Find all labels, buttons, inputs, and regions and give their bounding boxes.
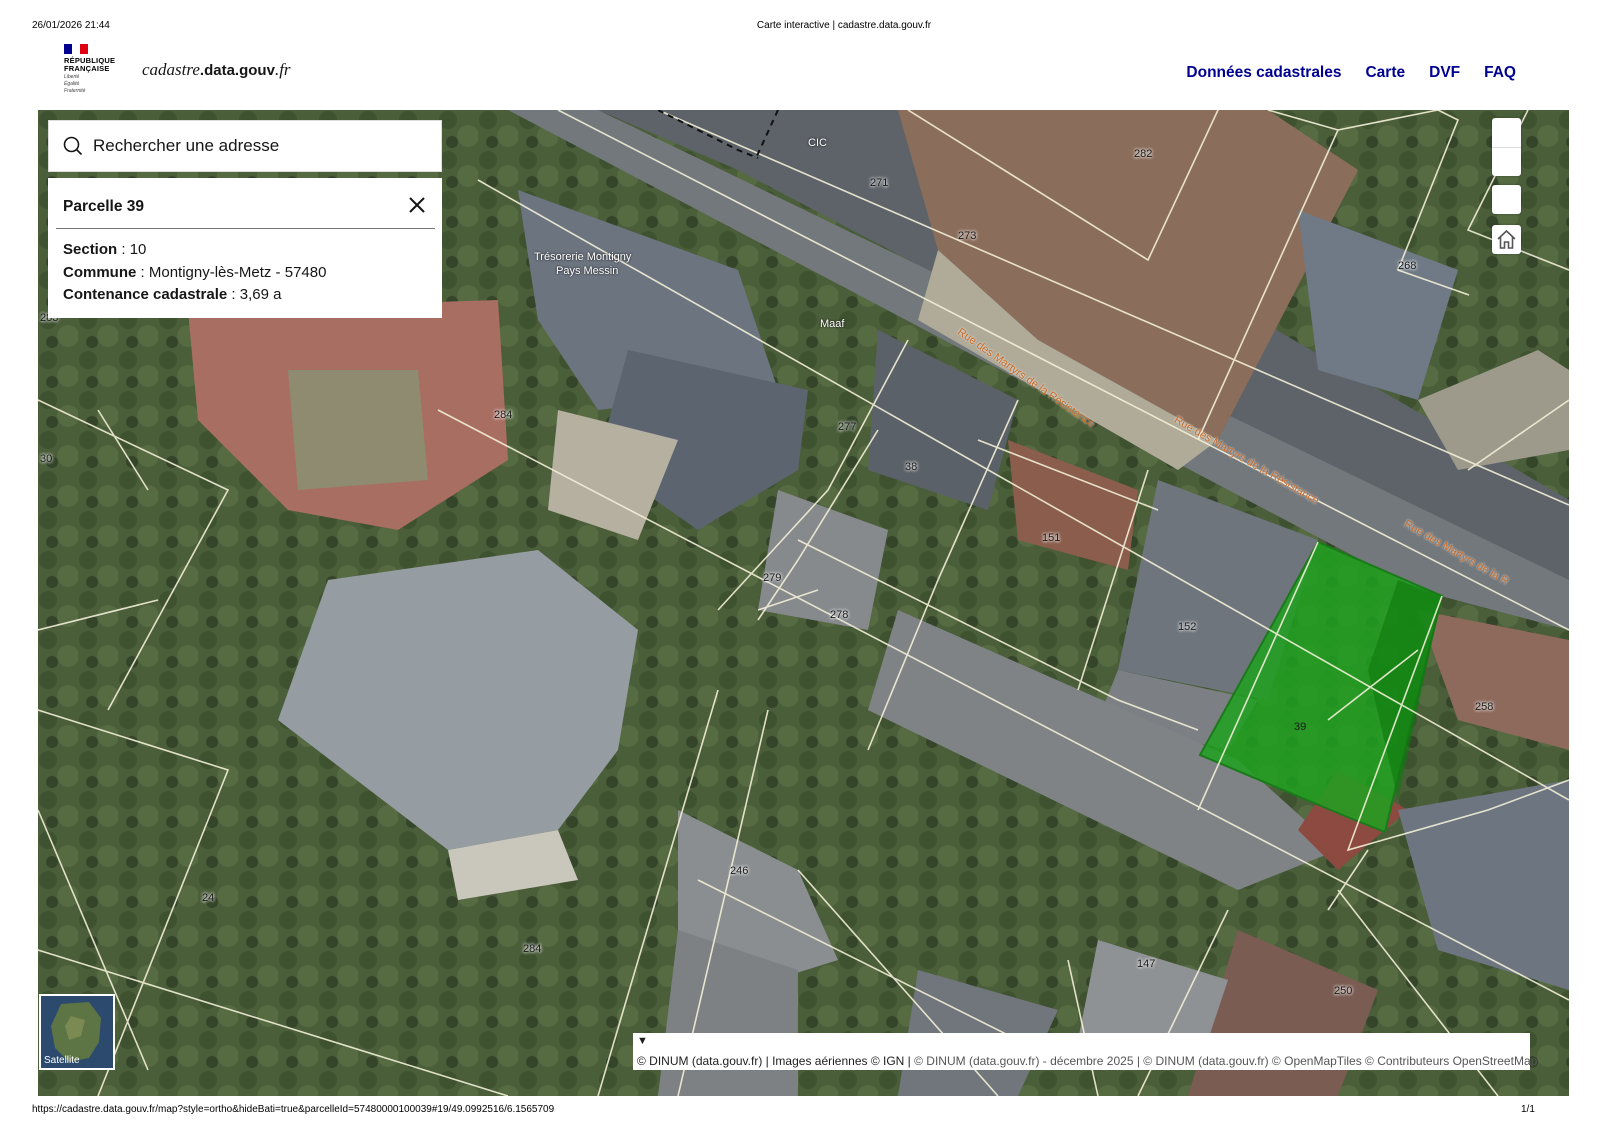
attribution-text: © DINUM (data.gouv.fr) | Images aérienne…: [637, 1054, 1537, 1068]
detail-value: Montigny-lès-Metz - 57480: [148, 263, 327, 281]
detail-value: 10: [129, 241, 147, 258]
place-label: Maaf: [820, 318, 845, 330]
detail-label: Commune: [63, 263, 137, 281]
logo-line-2: FRANÇAISE: [64, 64, 110, 73]
brand-middle: .data.gouv: [199, 62, 275, 79]
republique-francaise-logo[interactable]: RÉPUBLIQUE FRANÇAISE Liberté Égalité Fra…: [64, 44, 124, 98]
place-label: CIC: [808, 137, 827, 149]
nav-dvf[interactable]: DVF: [1429, 64, 1460, 82]
attribution-part-1: © DINUM (data.gouv.fr) | Images aérienne…: [637, 1054, 915, 1068]
print-page-title: Carte interactive | cadastre.data.gouv.f…: [756, 20, 932, 31]
detail-value: 3,69 a: [239, 286, 282, 303]
search-icon: [63, 136, 83, 156]
detail-label: Section: [63, 241, 118, 258]
reset-view-button[interactable]: [1492, 225, 1521, 254]
parcel-label[interactable]: 273: [958, 230, 976, 242]
street-label: Rue des Martyrs de la R: [1402, 518, 1511, 588]
nav-faq[interactable]: FAQ: [1484, 64, 1516, 82]
parcel-label[interactable]: 277: [838, 421, 856, 433]
map-attribution: ▼ © DINUM (data.gouv.fr) | Images aérien…: [633, 1033, 1537, 1070]
print-page-number: 1/1: [1521, 1104, 1535, 1115]
parcel-label[interactable]: 282: [1134, 148, 1152, 160]
attribution-toggle[interactable]: ▼: [637, 1035, 648, 1047]
panel-divider: [56, 228, 435, 229]
place-label: Trésorerie Montigny: [534, 251, 632, 263]
street-label: Rue des Martyrs de la Résistance: [955, 326, 1098, 431]
zoom-control: [1492, 118, 1521, 176]
parcel-label[interactable]: 284: [523, 943, 541, 955]
compass-button[interactable]: [1492, 185, 1521, 214]
panel-title: Parcelle 39: [63, 198, 145, 215]
close-icon[interactable]: [406, 194, 428, 216]
detail-row-section: Section : 10: [63, 241, 147, 258]
site-brand[interactable]: cadastre.data.gouv.fr: [142, 60, 291, 80]
main-nav: Données cadastrales Carte DVF FAQ: [1186, 64, 1516, 82]
nav-donnees-cadastrales[interactable]: Données cadastrales: [1186, 64, 1341, 82]
minimap-label: Satellite: [44, 1055, 80, 1066]
nav-carte[interactable]: Carte: [1365, 64, 1405, 82]
parcel-label[interactable]: 38: [905, 461, 917, 473]
brand-prefix: cadastre: [142, 60, 200, 79]
attribution-part-2: © DINUM (data.gouv.fr) - décembre 2025 |…: [914, 1054, 1538, 1068]
style-switcher-minimap[interactable]: Satellite: [39, 994, 115, 1070]
place-label: Pays Messin: [556, 265, 619, 277]
home-icon: [1497, 229, 1516, 249]
parcel-label[interactable]: 278: [830, 609, 848, 621]
address-search-box[interactable]: [48, 120, 442, 172]
parcel-label[interactable]: 271: [870, 177, 888, 189]
parcel-label[interactable]: 152: [1178, 621, 1196, 633]
brand-suffix: .fr: [274, 60, 291, 79]
detail-label: Contenance cadastrale: [63, 286, 228, 303]
parcel-label[interactable]: 147: [1137, 958, 1155, 970]
parcel-label[interactable]: 284: [494, 409, 512, 421]
detail-row-commune: Commune : Montigny-lès-Metz - 57480: [63, 263, 327, 281]
parcel-label[interactable]: 258: [1475, 701, 1493, 713]
zoom-out-button[interactable]: [1492, 148, 1521, 176]
site-header: RÉPUBLIQUE FRANÇAISE Liberté Égalité Fra…: [0, 40, 1600, 108]
parcel-label[interactable]: 268: [1398, 260, 1416, 272]
parcel-details: Section : 10 Commune : Montigny-lès-Metz…: [63, 239, 326, 307]
parcel-label[interactable]: 250: [1334, 985, 1352, 997]
zoom-in-button[interactable]: [1492, 118, 1521, 148]
street-label: Rue des Martyrs de la Résistance: [1172, 414, 1321, 507]
parcel-label[interactable]: 246: [730, 865, 748, 877]
logo-motto-3: Fraternité: [64, 88, 86, 94]
parcel-label[interactable]: 279: [763, 572, 781, 584]
parcel-label[interactable]: 151: [1042, 532, 1060, 544]
parcel-label[interactable]: 30: [40, 453, 52, 465]
print-url: https://cadastre.data.gouv.fr/map?style=…: [32, 1104, 555, 1115]
french-flag-icon: [64, 44, 88, 54]
logo-motto-2: Égalité: [64, 81, 80, 87]
parcel-info-panel: Parcelle 39 Section : 10 Commune : Monti…: [48, 178, 442, 318]
detail-row-contenance: Contenance cadastrale : 3,69 a: [63, 286, 282, 303]
logo-motto-1: Liberté: [64, 74, 80, 80]
search-input[interactable]: [91, 135, 415, 157]
parcel-label-selected[interactable]: 39: [1294, 721, 1306, 733]
parcel-label[interactable]: 24: [202, 892, 214, 904]
